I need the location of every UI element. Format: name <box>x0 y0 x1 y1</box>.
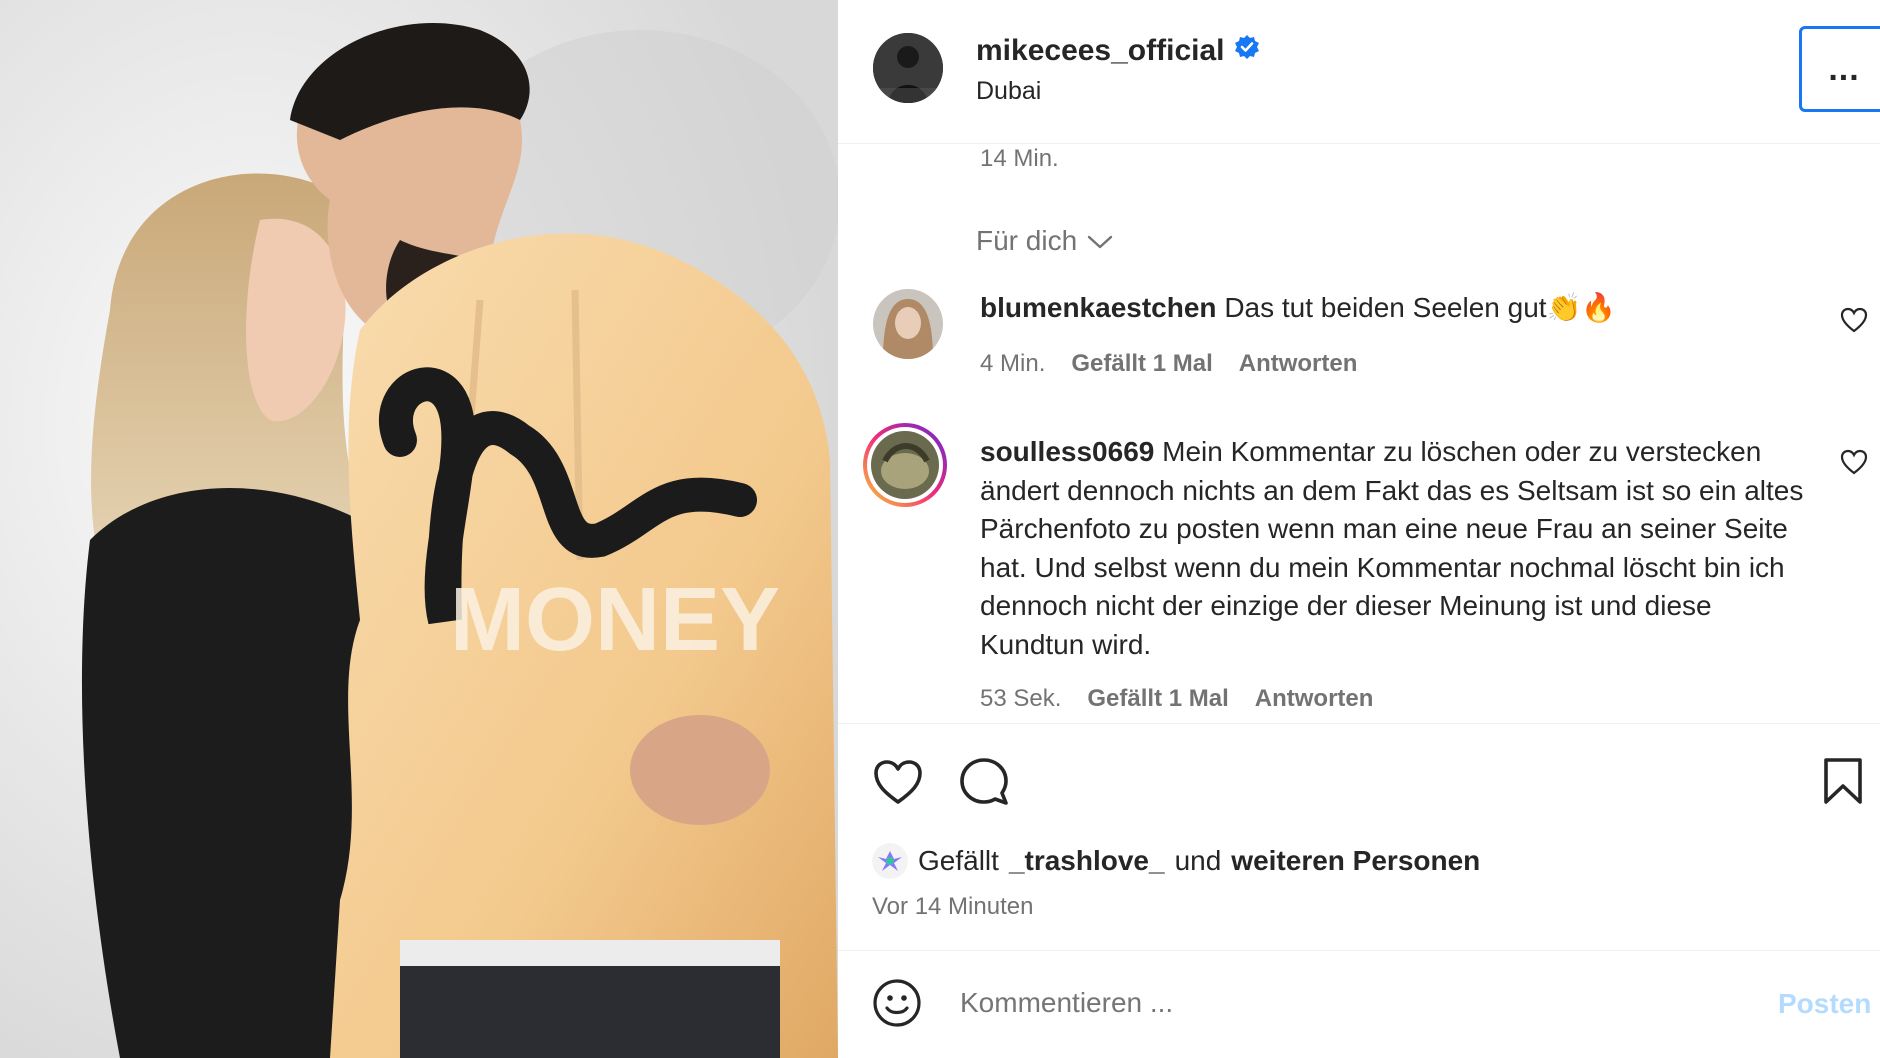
comments-sort-dropdown[interactable]: Für dich <box>976 225 1113 257</box>
author-avatar[interactable] <box>873 33 943 103</box>
post-timestamp[interactable]: Vor 14 Minuten <box>872 893 1033 921</box>
bookmark-icon[interactable] <box>1821 756 1865 811</box>
commenter-avatar <box>871 431 939 499</box>
liked-by-user[interactable]: _trashlove_ <box>1009 845 1165 877</box>
more-options-button[interactable]: ... <box>1799 26 1880 112</box>
post-header: mikecees_official Dubai ... <box>838 0 1880 144</box>
comment-meta: 53 Sek. Gefällt 1 Mal Antworten <box>980 685 1373 713</box>
comment-reply-button[interactable]: Antworten <box>1239 350 1358 378</box>
comment-item: blumenkaestchen Das tut beiden Seelen gu… <box>838 285 1880 395</box>
comment-item: soulless0669 Mein Kommentar zu löschen o… <box>838 423 1880 715</box>
commenter-avatar[interactable] <box>873 289 943 359</box>
post-image[interactable]: MONEY <box>0 0 838 1058</box>
author-username[interactable]: mikecees_official <box>976 34 1224 68</box>
liked-by-row: Gefällt _trashlove_ und weiteren Persone… <box>872 843 1480 879</box>
comment-text-line: blumenkaestchen Das tut beiden Seelen gu… <box>980 289 1820 328</box>
commenter-avatar-story-ring[interactable] <box>863 423 947 507</box>
liker-avatar-image <box>872 843 908 879</box>
liked-by-others-link[interactable]: weiteren Personen <box>1231 845 1480 877</box>
commenter-username[interactable]: soulless0669 <box>980 436 1154 467</box>
comments-sort-label: Für dich <box>976 225 1078 256</box>
comment-time: 53 Sek. <box>980 685 1062 712</box>
author-name-row: mikecees_official <box>976 34 1260 68</box>
comment-text-block: soulless0669 Mein Kommentar zu löschen o… <box>980 433 1820 664</box>
comment-body: Mein Kommentar zu löschen oder zu verste… <box>980 436 1804 660</box>
comment-likes-link[interactable]: Gefällt 1 Mal <box>1087 685 1228 713</box>
comment-icon[interactable] <box>958 757 1010 812</box>
verified-badge-icon <box>1234 34 1260 68</box>
post-photo-couple: MONEY <box>0 0 838 1058</box>
add-comment-bar: Posten <box>838 950 1880 1058</box>
post-location[interactable]: Dubai <box>976 77 1041 106</box>
comment-time: 4 Min. <box>980 350 1046 377</box>
heart-icon[interactable] <box>872 758 924 811</box>
emoji-icon[interactable] <box>872 978 922 1033</box>
liked-by-middle: und <box>1174 845 1222 876</box>
comment-reply-button[interactable]: Antworten <box>1255 685 1374 713</box>
comment-like-heart-icon[interactable] <box>1840 307 1868 338</box>
comment-likes-link[interactable]: Gefällt 1 Mal <box>1071 350 1212 378</box>
liker-avatar[interactable] <box>872 843 908 879</box>
caption-time: 14 Min. <box>980 145 1059 172</box>
comment-like-heart-icon[interactable] <box>1840 449 1868 480</box>
commenter-avatar-image <box>871 431 939 499</box>
more-options-icon: ... <box>1828 49 1860 88</box>
author-avatar-image <box>873 33 943 103</box>
post-comment-button[interactable]: Posten <box>1778 988 1871 1020</box>
post-sidebar: mikecees_official Dubai ... 14 Min. Für … <box>838 0 1880 1058</box>
svg-text:MONEY: MONEY <box>450 570 780 670</box>
commenter-username[interactable]: blumenkaestchen <box>980 292 1217 323</box>
chevron-down-icon <box>1087 225 1113 257</box>
commenter-avatar-image <box>873 289 943 359</box>
divider <box>838 723 1880 724</box>
comment-body: Das tut beiden Seelen gut👏🔥 <box>1224 292 1617 323</box>
liked-by-prefix: Gefällt <box>918 845 999 876</box>
post-action-bar <box>838 752 1880 812</box>
comment-meta: 4 Min. Gefällt 1 Mal Antworten <box>980 350 1357 378</box>
comment-input[interactable] <box>958 986 1662 1020</box>
